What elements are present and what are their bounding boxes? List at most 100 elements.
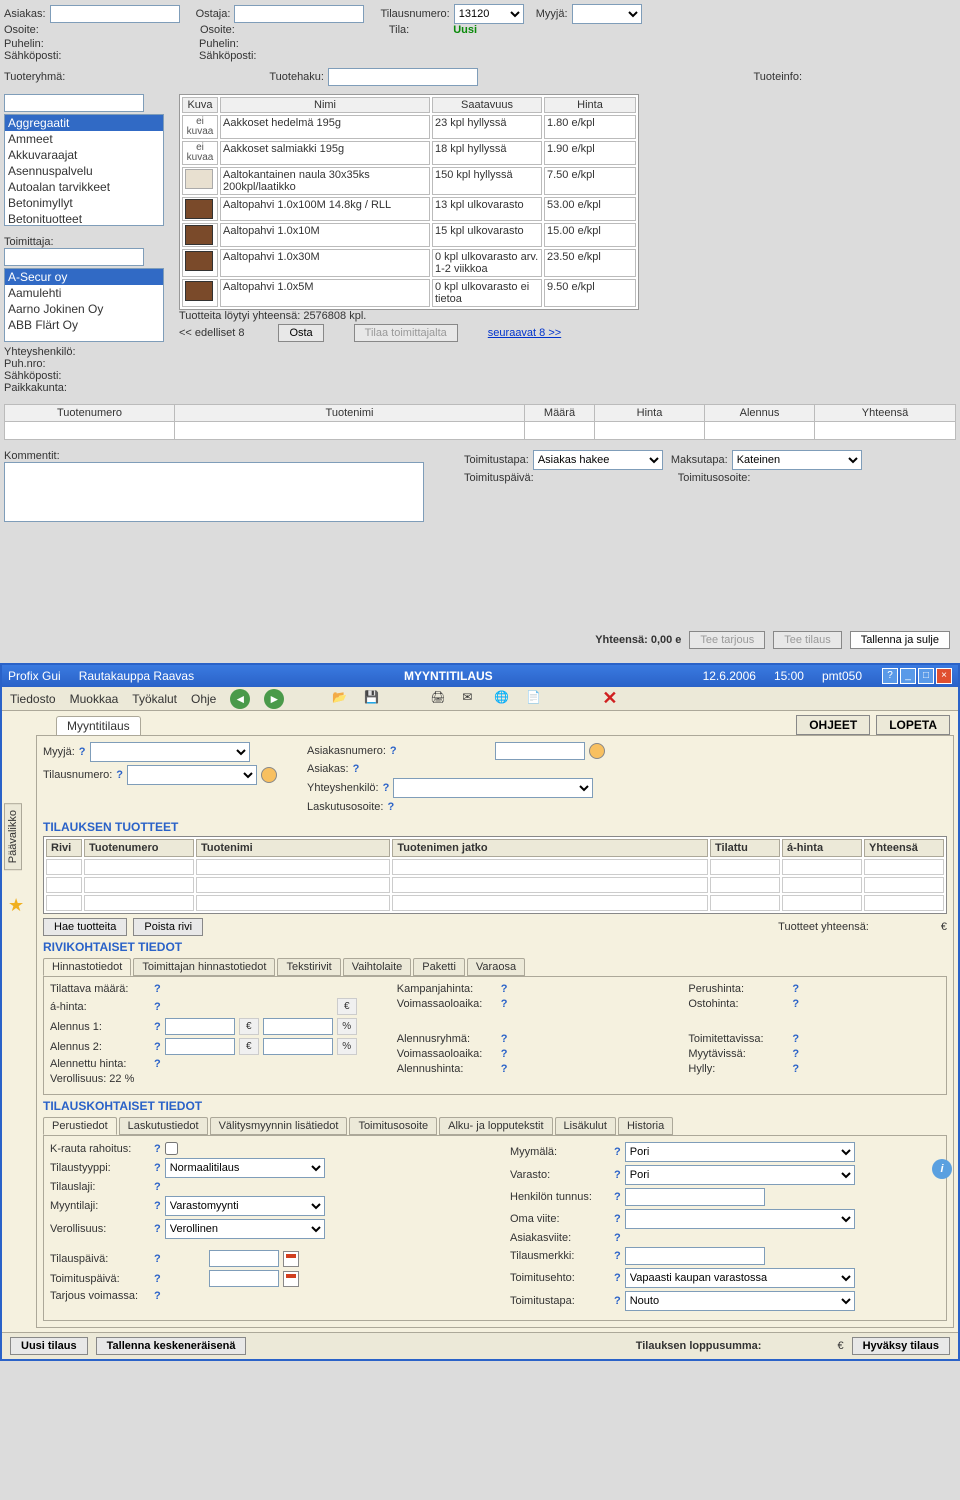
toimitustapa-select[interactable]: Asiakas hakee: [533, 450, 663, 470]
tilausnumero-select2[interactable]: [127, 765, 257, 785]
toimitusehto-select[interactable]: Vapaasti kaupan varastossa: [625, 1268, 855, 1288]
open-icon[interactable]: 📂: [332, 690, 350, 708]
menu-muokkaa[interactable]: Muokkaa: [70, 692, 119, 706]
tab-valitysmyynti[interactable]: Välitysmyynnin lisätiedot: [210, 1117, 348, 1135]
help-icon[interactable]: ?: [501, 998, 508, 1010]
tab-perustiedot[interactable]: Perustiedot: [43, 1117, 117, 1135]
globe-icon[interactable]: 🌐: [494, 690, 512, 708]
table-row[interactable]: [46, 877, 944, 893]
help-icon[interactable]: ?: [614, 1169, 621, 1181]
minimize-icon[interactable]: _: [900, 668, 916, 684]
help-icon[interactable]: ?: [154, 1253, 161, 1265]
help-icon[interactable]: ?: [614, 1191, 621, 1203]
alennus1-pct-input[interactable]: [263, 1018, 333, 1035]
close-icon[interactable]: ×: [936, 668, 952, 684]
tallenna-sulje-button[interactable]: Tallenna ja sulje: [850, 631, 950, 649]
alennus2-input[interactable]: [165, 1038, 235, 1055]
help-icon[interactable]: ?: [501, 1048, 508, 1060]
help-icon[interactable]: ?: [614, 1295, 621, 1307]
tee-tarjous-button[interactable]: Tee tarjous: [689, 631, 765, 649]
help-icon[interactable]: ?: [154, 1200, 161, 1212]
help-icon[interactable]: ?: [116, 769, 123, 781]
help-icon[interactable]: ?: [792, 1048, 799, 1060]
tuotehaku-input[interactable]: [328, 68, 478, 86]
hyvaksy-tilaus-button[interactable]: Hyväksy tilaus: [852, 1337, 950, 1355]
help-icon[interactable]: ?: [154, 1290, 161, 1302]
toimituspaiva-input[interactable]: [209, 1270, 279, 1287]
help-icon[interactable]: ?: [79, 746, 86, 758]
favorite-icon[interactable]: ★: [8, 895, 24, 916]
help-icon[interactable]: ?: [154, 1273, 161, 1285]
table-row[interactable]: Aaltopahvi 1.0x100M 14.8kg / RLL13 kpl u…: [182, 197, 636, 221]
help-icon[interactable]: ?: [614, 1232, 621, 1244]
list-item[interactable]: Aamulehti: [5, 285, 163, 301]
help-icon[interactable]: ?: [154, 1223, 161, 1235]
myyja-select[interactable]: [572, 4, 642, 24]
menu-ohje[interactable]: Ohje: [191, 692, 216, 706]
tuoteryhma-filter-input[interactable]: [4, 94, 144, 112]
calendar-icon[interactable]: [283, 1271, 299, 1287]
table-row[interactable]: eikuvaaAakkoset hedelmä 195g23 kpl hylly…: [182, 115, 636, 139]
help-icon[interactable]: ?: [353, 763, 360, 775]
myyntilaji-select[interactable]: Varastomyynti: [165, 1196, 325, 1216]
tab-varaosa[interactable]: Varaosa: [467, 958, 525, 976]
help-icon[interactable]: ?: [614, 1250, 621, 1262]
krauta-checkbox[interactable]: [165, 1142, 178, 1155]
help-icon[interactable]: ?: [154, 1058, 161, 1070]
table-row[interactable]: [46, 895, 944, 911]
alennus1-input[interactable]: [165, 1018, 235, 1035]
help-icon[interactable]: ?: [154, 1143, 161, 1155]
verollisuus-select[interactable]: Verollinen: [165, 1219, 325, 1239]
tallenna-keskenerainen-button[interactable]: Tallenna keskeneräisenä: [96, 1337, 247, 1355]
tab-hinnastotiedot[interactable]: Hinnastotiedot: [43, 958, 131, 976]
help-icon[interactable]: ?: [390, 745, 397, 757]
list-item[interactable]: Aarno Jokinen Oy: [5, 301, 163, 317]
ostaja-input[interactable]: [234, 5, 364, 23]
table-row[interactable]: [46, 859, 944, 875]
help-icon[interactable]: ?: [614, 1146, 621, 1158]
help-icon[interactable]: ?: [792, 983, 799, 995]
list-item[interactable]: Akkuvaraajat: [5, 147, 163, 163]
myyja-select2[interactable]: [90, 742, 250, 762]
info-icon[interactable]: i: [932, 1159, 952, 1179]
help-icon[interactable]: ?: [501, 1063, 508, 1075]
table-row[interactable]: Aaltopahvi 1.0x10M15 kpl ulkovarasto15.0…: [182, 223, 636, 247]
search-icon[interactable]: [589, 743, 605, 759]
toimittaja-filter-input[interactable]: [4, 248, 144, 266]
save-icon[interactable]: 💾: [364, 690, 382, 708]
help-icon[interactable]: ?: [154, 983, 161, 995]
tab-tekstirivit[interactable]: Tekstirivit: [277, 958, 340, 976]
help-icon[interactable]: ?: [154, 1181, 161, 1193]
henkilo-input[interactable]: [625, 1188, 765, 1206]
tab-myyntitilaus[interactable]: Myyntitilaus: [56, 716, 141, 735]
tab-laskutustiedot[interactable]: Laskutustiedot: [119, 1117, 208, 1135]
myymala-select[interactable]: Pori: [625, 1142, 855, 1162]
help-icon[interactable]: ?: [882, 668, 898, 684]
help-icon[interactable]: ?: [154, 1001, 161, 1013]
paavallkko-tab[interactable]: Päävalikko: [4, 803, 22, 870]
tab-alku-loppu[interactable]: Alku- ja lopputekstit: [439, 1117, 552, 1135]
print-icon[interactable]: 🖨: [430, 690, 448, 708]
help-icon[interactable]: ?: [614, 1213, 621, 1225]
list-item[interactable]: Ammeet: [5, 131, 163, 147]
yhteyshenkilo-select[interactable]: [393, 778, 593, 798]
tilausmerkki-input[interactable]: [625, 1247, 765, 1265]
varasto-select[interactable]: Pori: [625, 1165, 855, 1185]
ohjeet-button[interactable]: OHJEET: [796, 715, 870, 735]
tab-vaihtolaite[interactable]: Vaihtolaite: [343, 958, 412, 976]
kommentit-textarea[interactable]: [4, 462, 424, 522]
tab-paketti[interactable]: Paketti: [413, 958, 465, 976]
help-icon[interactable]: ?: [792, 998, 799, 1010]
table-row[interactable]: Aaltopahvi 1.0x5M0 kpl ulkovarasto ei ti…: [182, 279, 636, 307]
table-row[interactable]: Aaltopahvi 1.0x30M0 kpl ulkovarasto arv.…: [182, 249, 636, 277]
list-item[interactable]: Asennuspalvelu: [5, 163, 163, 179]
hae-tuotteita-button[interactable]: Hae tuotteita: [43, 918, 127, 936]
lopeta-button[interactable]: LOPETA: [876, 715, 950, 735]
osta-button[interactable]: Osta: [278, 324, 323, 342]
asiakas-input[interactable]: [50, 5, 180, 23]
tilaa-toimittajalta-button[interactable]: Tilaa toimittajalta: [354, 324, 458, 342]
document-icon[interactable]: 📄: [526, 690, 544, 708]
poista-rivi-button[interactable]: Poista rivi: [133, 918, 203, 936]
omaviite-select[interactable]: [625, 1209, 855, 1229]
table-row[interactable]: [5, 422, 956, 440]
